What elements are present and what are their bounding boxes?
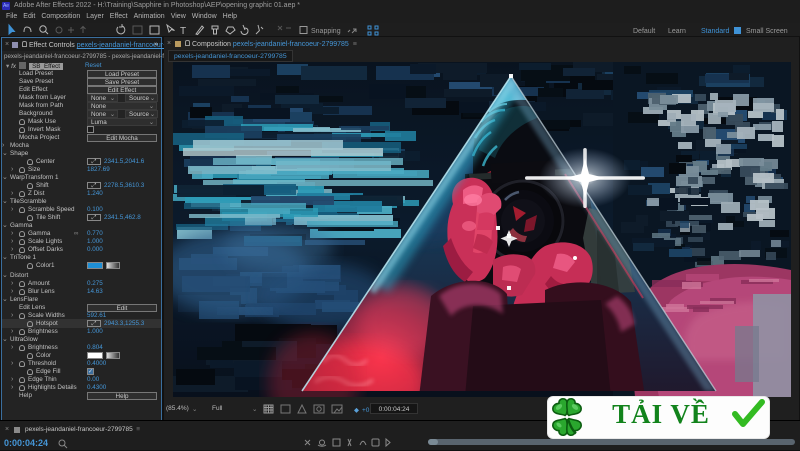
svg-text:T: T [180,26,186,37]
svg-text:Snapping: Snapping [311,28,341,35]
svg-text:Learn: Learn [668,28,686,35]
svg-text:Default: Default [633,28,655,35]
svg-text:Small Screen: Small Screen [746,28,788,35]
svg-text:◆: ◆ [354,407,360,414]
svg-text:Standard: Standard [701,28,730,35]
